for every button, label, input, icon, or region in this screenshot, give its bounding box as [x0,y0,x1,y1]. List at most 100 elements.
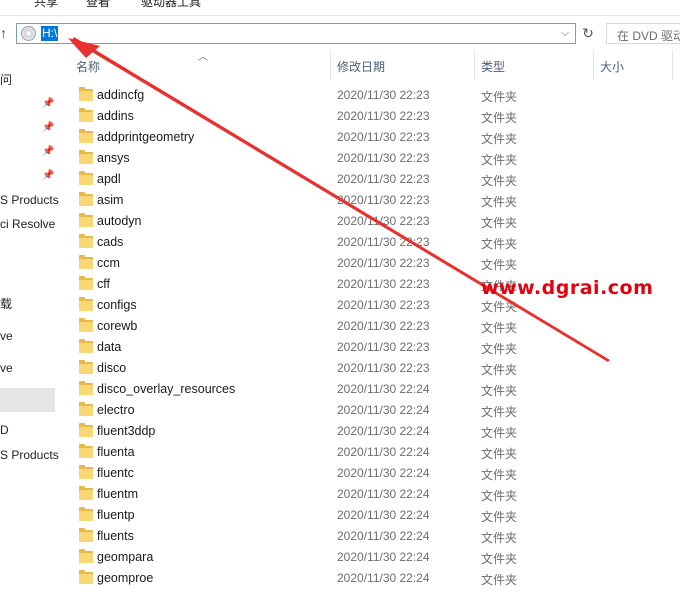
folder-icon [79,402,93,417]
file-type: 文件夹 [481,384,518,398]
file-modified-date: 2020/11/30 22:23 [337,88,430,102]
file-row[interactable]: fluentp 2020/11/30 22:24 文件夹 [60,505,680,526]
pin-icon[interactable]: 📌 [42,98,54,110]
column-divider[interactable] [593,50,594,80]
file-modified-date: 2020/11/30 22:23 [337,340,430,354]
column-divider[interactable] [672,50,673,80]
refresh-icon[interactable]: ↻ [579,23,597,44]
column-header-size[interactable]: 大小 [600,58,624,75]
folder-icon [79,234,93,249]
chevron-down-icon[interactable]: ⌵ [559,25,571,42]
file-name: electro [97,403,135,417]
file-row[interactable]: geompara 2020/11/30 22:24 文件夹 [60,547,680,568]
folder-icon [79,276,93,291]
file-row[interactable]: autodyn 2020/11/30 22:23 文件夹 [60,211,680,232]
file-modified-date: 2020/11/30 22:23 [337,109,430,123]
nav-item-drive-d[interactable]: D [0,420,9,440]
file-row[interactable]: geomproe 2020/11/30 22:24 文件夹 [60,568,680,589]
nav-item-drive-1[interactable]: ve [0,326,13,346]
column-header-date[interactable]: 修改日期 [337,58,385,75]
file-row[interactable]: corewb 2020/11/30 22:23 文件夹 [60,316,680,337]
file-row[interactable]: fluenta 2020/11/30 22:24 文件夹 [60,442,680,463]
file-row[interactable]: addincfg 2020/11/30 22:23 文件夹 [60,85,680,106]
file-modified-date: 2020/11/30 22:24 [337,424,430,438]
file-modified-date: 2020/11/30 22:23 [337,214,430,228]
folder-icon [79,318,93,333]
search-input[interactable]: 在 DVD 驱动 [606,23,680,44]
column-header-name[interactable]: 名称 [76,58,100,75]
file-name: autodyn [97,214,142,228]
nav-item-download[interactable]: 载 [0,294,12,314]
folder-icon [79,171,93,186]
file-name: addins [97,109,134,123]
file-row[interactable]: disco_overlay_resources 2020/11/30 22:24 文… [60,379,680,400]
file-modified-date: 2020/11/30 22:23 [337,256,430,270]
address-bar[interactable]: H:\ ⌵ [16,23,576,44]
file-row[interactable]: electro 2020/11/30 22:24 文件夹 [60,400,680,421]
ribbon-tab-strip: 共享 查看 驱动器工具 [0,0,680,16]
file-modified-date: 2020/11/30 22:23 [337,235,430,249]
file-modified-date: 2020/11/30 22:23 [337,130,430,144]
file-name: ansys [97,151,130,165]
column-header-type[interactable]: 类型 [481,58,505,75]
folder-icon [79,570,93,585]
pin-icon[interactable]: 📌 [42,146,54,158]
nav-item-resolve[interactable]: ci Resolve [0,214,55,234]
folder-icon [79,150,93,165]
file-name: data [97,340,122,354]
file-modified-date: 2020/11/30 22:23 [337,361,430,375]
pin-icon[interactable]: 📌 [42,170,54,182]
navigation-pane: 问 📌 📌 📌 📌 S Products ci Resolve 载 ve ve … [0,50,60,594]
file-row[interactable]: addins 2020/11/30 22:23 文件夹 [60,106,680,127]
file-row[interactable]: ccm 2020/11/30 22:23 文件夹 [60,253,680,274]
file-modified-date: 2020/11/30 22:24 [337,487,430,501]
file-type: 文件夹 [481,573,518,587]
file-type: 文件夹 [481,531,518,545]
folder-icon [79,507,93,522]
ribbon-tab-drive-tools[interactable]: 驱动器工具 [141,0,201,10]
nav-item-drive-2[interactable]: ve [0,358,13,378]
file-name: disco_overlay_resources [97,382,236,396]
folder-icon [79,87,93,102]
file-row[interactable]: fluentm 2020/11/30 22:24 文件夹 [60,484,680,505]
file-row[interactable]: addprintgeometry 2020/11/30 22:23 文件夹 [60,127,680,148]
nav-item-products[interactable]: S Products [0,190,59,210]
file-name: fluentc [97,466,134,480]
nav-item-selected[interactable] [0,388,55,412]
folder-icon [79,360,93,375]
folder-icon [79,255,93,270]
address-path-text[interactable]: H:\ [41,26,59,41]
file-modified-date: 2020/11/30 22:24 [337,445,430,459]
file-row[interactable]: data 2020/11/30 22:23 文件夹 [60,337,680,358]
file-row[interactable]: asim 2020/11/30 22:23 文件夹 [60,190,680,211]
file-name: fluents [97,529,134,543]
folder-icon [79,423,93,438]
folder-icon [79,129,93,144]
file-name: asim [97,193,124,207]
file-name: addincfg [97,88,145,102]
ribbon-tab-share[interactable]: 共享 [34,0,58,10]
ribbon-tab-view[interactable]: 查看 [86,0,110,10]
nav-item-quick-access[interactable]: 问 [0,70,12,90]
column-divider[interactable] [474,50,475,80]
file-row[interactable]: fluent3ddp 2020/11/30 22:24 文件夹 [60,421,680,442]
column-divider[interactable] [330,50,331,80]
file-row[interactable]: cads 2020/11/30 22:23 文件夹 [60,232,680,253]
folder-icon [79,486,93,501]
watermark-text: www.dgrai.com [481,277,654,299]
file-modified-date: 2020/11/30 22:23 [337,193,430,207]
file-type: 文件夹 [481,132,518,146]
file-row[interactable]: fluentc 2020/11/30 22:24 文件夹 [60,463,680,484]
file-row[interactable]: fluents 2020/11/30 22:24 文件夹 [60,526,680,547]
up-arrow-icon[interactable]: ↑ [0,23,12,43]
file-type: 文件夹 [481,363,518,377]
file-row[interactable]: disco 2020/11/30 22:23 文件夹 [60,358,680,379]
file-row[interactable]: apdl 2020/11/30 22:23 文件夹 [60,169,680,190]
file-row[interactable]: ansys 2020/11/30 22:23 文件夹 [60,148,680,169]
file-name: addprintgeometry [97,130,195,144]
file-type: 文件夹 [481,258,518,272]
pin-icon[interactable]: 📌 [42,122,54,134]
file-type: 文件夹 [481,216,518,230]
nav-item-products-2[interactable]: S Products [0,445,59,465]
file-name: cads [97,235,124,249]
